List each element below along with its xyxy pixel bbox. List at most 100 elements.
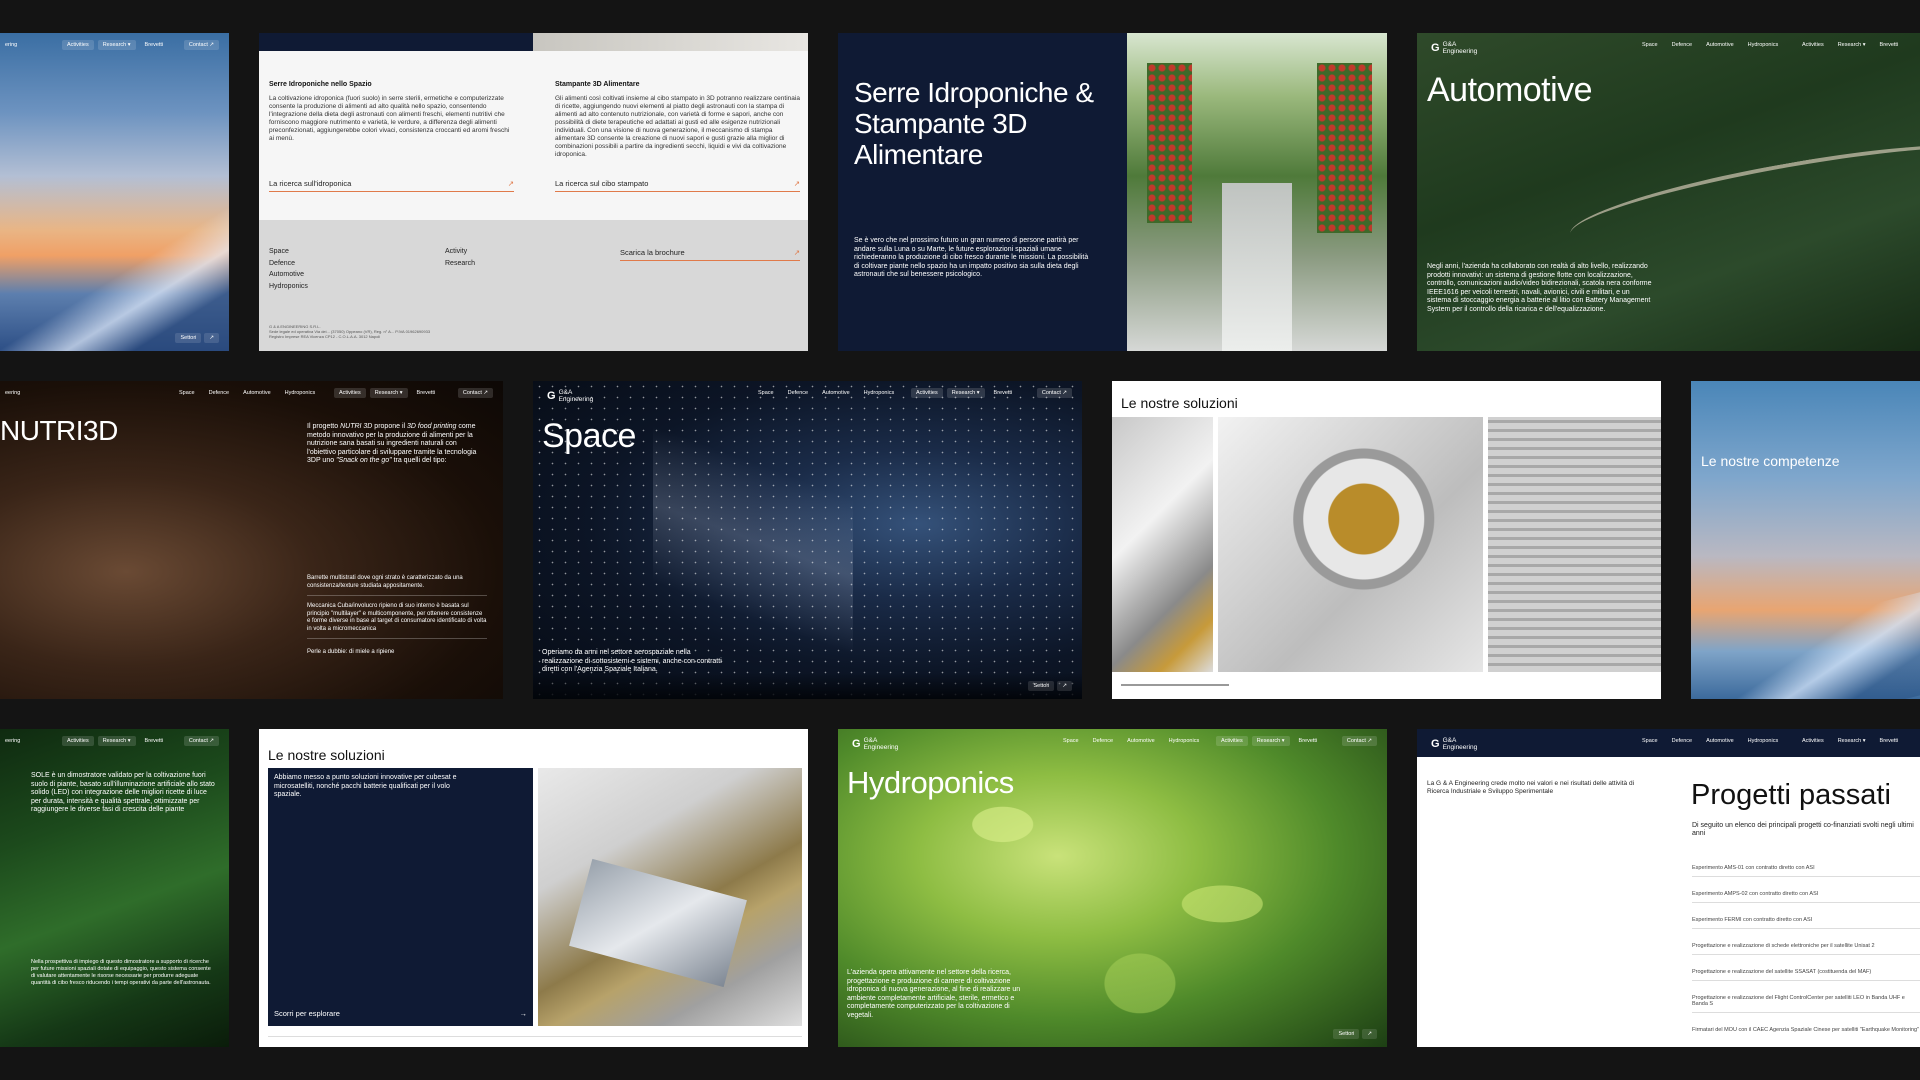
project-row[interactable]: Progettazione e realizzazione di schede …	[1692, 943, 1920, 955]
brochure-link[interactable]: Scarica la brochure ↗	[620, 248, 800, 261]
project-row[interactable]: Esperimento AMS-01 con contratto diretto…	[1692, 865, 1920, 877]
nav-automotive[interactable]: Automotive	[1701, 40, 1739, 50]
intro-part: Il progetto	[307, 423, 341, 430]
nav-brevetti[interactable]: Brevetti	[412, 388, 441, 398]
intro-project-name: NUTRI 3D	[340, 423, 373, 430]
project-row[interactable]: Esperimento AMPS-02 con contratto dirett…	[1692, 891, 1920, 903]
nav-contact[interactable]: Contact ↗	[1341, 736, 1377, 746]
project-row[interactable]: Progettazione e realizzazione del Flight…	[1692, 995, 1920, 1013]
nutri-item-3: Perle a dubbie: di miele a ripiene	[307, 649, 395, 655]
nav-defence[interactable]: Defence	[783, 388, 814, 398]
logo-text: G&A Engineering	[1443, 737, 1478, 751]
nav-brevetti[interactable]: Brevetti	[1875, 40, 1904, 50]
scroll-explore-link[interactable]: Scorri per esplorare →	[274, 1009, 527, 1018]
nav-bar: G G&A Engineering Space Defence Automotive…	[1417, 729, 1920, 757]
nav-hydroponics[interactable]: Hydroponics	[1743, 40, 1784, 50]
brand-logo[interactable]: G G&A Engineering	[547, 389, 593, 403]
wing-shape	[0, 201, 229, 351]
nav-activities[interactable]: Activities	[62, 40, 94, 50]
automotive-title: Automotive	[1427, 71, 1593, 109]
nav-contact[interactable]: Contact ↗	[1036, 388, 1072, 398]
nav-activities[interactable]: Activities	[334, 388, 366, 398]
nav-defence[interactable]: Defence	[1667, 736, 1698, 746]
settori-label: Settori	[1028, 681, 1055, 691]
nav-brevetti[interactable]: Brevetti	[989, 388, 1018, 398]
nutri3d-tile: eering Space Defence Automotive Hydropon…	[0, 381, 503, 699]
logo-line-2: Engineering	[863, 744, 899, 751]
logo-line-2: Engineering	[558, 396, 594, 403]
nav-defence[interactable]: Defence	[1088, 736, 1119, 746]
nav-research[interactable]: Research ▾	[97, 736, 136, 746]
nav-activities[interactable]: Activities	[911, 388, 943, 398]
nav-research[interactable]: Research ▾	[946, 388, 985, 398]
nav-space[interactable]: Space	[1058, 736, 1084, 746]
nav-activities[interactable]: Activities	[1216, 736, 1248, 746]
footer-link-research[interactable]: Research	[445, 258, 475, 270]
settori-button[interactable]: Settori ↗	[175, 333, 219, 343]
logo-text[interactable]: eering	[0, 388, 25, 398]
nav-contact[interactable]: Contact ↗	[183, 736, 219, 746]
scroll-indicator[interactable]	[1121, 684, 1229, 686]
project-row[interactable]: Firmatari del MOU con il CAEC Agenzia Sp…	[1692, 1027, 1920, 1038]
nav-hydroponics[interactable]: Hydroponics	[1164, 736, 1205, 746]
nav-space[interactable]: Space	[174, 388, 200, 398]
brand-logo[interactable]: G G&A Engineering	[852, 737, 898, 751]
card-body: Abbiamo messo a punto soluzioni innovati…	[274, 774, 457, 798]
footer-link-hydroponics[interactable]: Hydroponics	[269, 281, 308, 293]
nav-hydroponics[interactable]: Hydroponics	[1743, 736, 1784, 746]
tree-line	[533, 673, 1082, 699]
nav-space[interactable]: Space	[1637, 40, 1663, 50]
footer-links-b: Activity Research	[445, 246, 475, 269]
nav-defence[interactable]: Defence	[1667, 40, 1698, 50]
col1-body: La coltivazione idroponica (fuori suolo)…	[269, 95, 510, 142]
nav-contact[interactable]: Contact ↗	[183, 40, 219, 50]
nav-brevetti[interactable]: Brevetti	[140, 736, 169, 746]
nav-brevetti[interactable]: Brevetti	[1294, 736, 1323, 746]
nav-research[interactable]: Research ▾	[1833, 736, 1871, 746]
nav-sectors: Space Defence Automotive Hydroponics	[1637, 736, 1783, 746]
nav-research[interactable]: Research ▾	[1251, 736, 1290, 746]
nav-defence[interactable]: Defence	[204, 388, 235, 398]
footer-link-activity[interactable]: Activity	[445, 246, 475, 258]
solution-card[interactable]: Abbiamo messo a punto soluzioni innovati…	[268, 768, 533, 1026]
footer-link-space[interactable]: Space	[269, 246, 308, 258]
sunset-tile[interactable]: ering Activities Research ▾ Brevetti Con…	[0, 33, 229, 351]
nav-research[interactable]: Research ▾	[97, 40, 136, 50]
link-cibo-stampato[interactable]: La ricerca sul cibo stampato ↗	[555, 179, 800, 192]
nav-activities[interactable]: Activities	[62, 736, 94, 746]
top-strip-dark	[259, 33, 533, 51]
col2-body: Gli alimenti così coltivati insieme al c…	[555, 95, 800, 158]
nav-automotive[interactable]: Automotive	[238, 388, 276, 398]
nav-space[interactable]: Space	[1637, 736, 1663, 746]
hardware-image-2[interactable]	[1218, 417, 1483, 672]
brand-logo[interactable]: G G&A Engineering	[1431, 737, 1477, 751]
nav-automotive[interactable]: Automotive	[817, 388, 855, 398]
nav-automotive[interactable]: Automotive	[1701, 736, 1739, 746]
intro-emphasis: 3D food printing	[407, 423, 457, 430]
brand-logo[interactable]: G G&A Engineering	[1431, 41, 1477, 55]
nav-activities[interactable]: Activities	[1797, 736, 1829, 746]
nav-research[interactable]: Research ▾	[1833, 40, 1871, 50]
nav-brevetti[interactable]: Brevetti	[1875, 736, 1904, 746]
link-idroponica[interactable]: La ricerca sull'idroponica ↗	[269, 179, 514, 192]
nav-space[interactable]: Space	[753, 388, 779, 398]
nav-sectors: Space Defence Automotive Hydroponics	[174, 388, 320, 398]
footer-link-defence[interactable]: Defence	[269, 258, 308, 270]
logo-text[interactable]: eering	[0, 736, 25, 746]
nav-links: Activities Research ▾ Brevetti	[911, 388, 1017, 398]
nav-sectors: Space Defence Automotive Hydroponics	[1058, 736, 1204, 746]
settori-button[interactable]: Settori ↗	[1333, 1029, 1377, 1039]
nav-research[interactable]: Research ▾	[369, 388, 408, 398]
settori-button[interactable]: Settori ↗	[1028, 681, 1072, 691]
project-row[interactable]: Progettazione e realizzazione del satell…	[1692, 969, 1920, 981]
nav-brevetti[interactable]: Brevetti	[140, 40, 169, 50]
project-row[interactable]: Esperimento FERMI con contratto diretto …	[1692, 917, 1920, 929]
competenze-title: Le nostre competenze	[1701, 453, 1840, 469]
nav-hydroponics[interactable]: Hydroponics	[859, 388, 900, 398]
nav-contact[interactable]: Contact ↗	[457, 388, 493, 398]
nav-automotive[interactable]: Automotive	[1122, 736, 1160, 746]
nav-hydroponics[interactable]: Hydroponics	[280, 388, 321, 398]
settori-label: Settori	[1333, 1029, 1360, 1039]
nav-activities[interactable]: Activities	[1797, 40, 1829, 50]
footer-link-automotive[interactable]: Automotive	[269, 269, 308, 281]
